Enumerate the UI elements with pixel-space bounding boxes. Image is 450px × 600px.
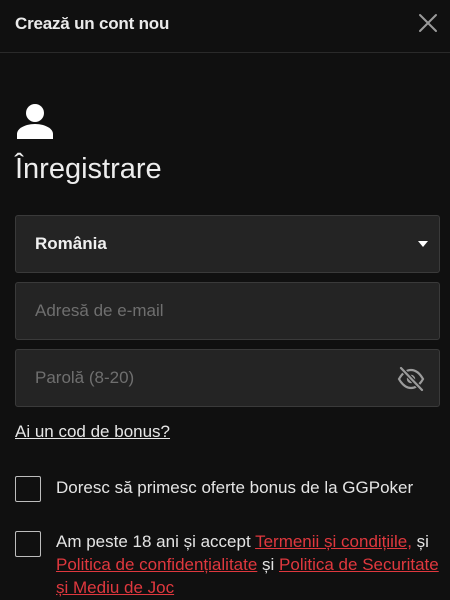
email-field-container	[15, 282, 440, 340]
privacy-policy-link[interactable]: Politica de confidențialitate	[56, 555, 257, 574]
password-field-container	[15, 349, 440, 407]
close-icon	[419, 14, 437, 32]
chevron-down-icon	[418, 241, 428, 247]
terms-link[interactable]: Termenii și condițiile,	[255, 532, 412, 551]
terms-text-middle: și	[411, 532, 429, 551]
terms-checkbox-label: Am peste 18 ani și accept Termenii și co…	[56, 530, 440, 599]
email-field[interactable]	[16, 283, 439, 339]
modal-title: Crează un cont nou	[15, 14, 170, 33]
bonus-code-link[interactable]: Ai un cod de bonus?	[15, 422, 170, 442]
terms-checkbox[interactable]	[15, 531, 41, 557]
modal-header: Crează un cont nou	[0, 0, 450, 53]
offers-checkbox[interactable]	[15, 476, 41, 502]
toggle-password-visibility-button[interactable]	[397, 366, 425, 392]
password-field[interactable]	[16, 350, 439, 406]
page-title: Înregistrare	[15, 153, 162, 185]
offers-checkbox-label: Doresc să primesc oferte bonus de la GGP…	[56, 478, 414, 497]
country-select[interactable]: România	[15, 215, 440, 273]
country-select-value: România	[35, 234, 107, 253]
eye-off-icon	[397, 366, 425, 392]
user-icon	[16, 103, 54, 139]
close-button[interactable]	[416, 11, 440, 35]
terms-text-before: Am peste 18 ani și accept	[56, 532, 256, 551]
terms-text-after: și	[257, 555, 280, 574]
